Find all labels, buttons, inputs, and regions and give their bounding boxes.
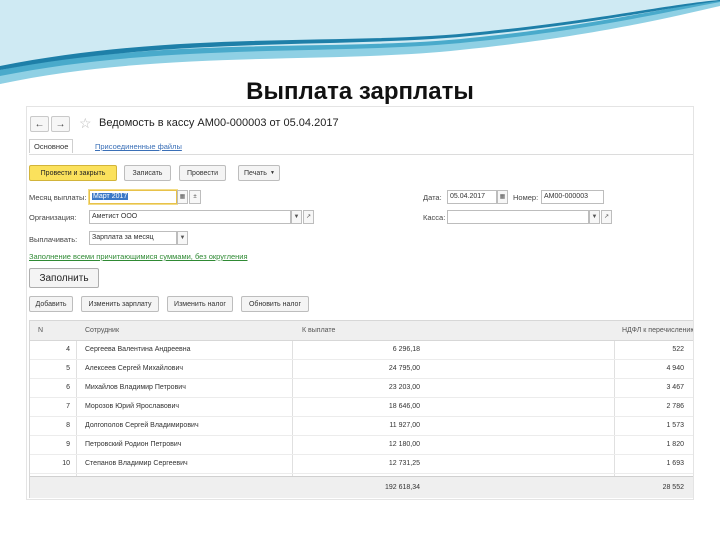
cell-employee: Морозов Юрий Ярославович (85, 403, 180, 410)
cell-tax: 1 573 (666, 422, 684, 429)
slide-title: Выплата зарплаты (246, 78, 474, 105)
column-header-employee[interactable]: Сотрудник (85, 321, 285, 340)
back-arrow-icon[interactable]: ← (30, 116, 49, 132)
number-label: Номер: (513, 193, 539, 202)
open-link-icon[interactable]: ↗ (303, 210, 314, 224)
dropdown-chevron-icon[interactable]: ▼ (177, 231, 188, 245)
cash-field[interactable] (447, 210, 589, 224)
open-link-icon[interactable]: ↗ (601, 210, 612, 224)
cell-employee: Михайлов Владимир Петрович (85, 384, 186, 391)
cell-n: 8 (66, 422, 70, 429)
cell-pay: 11 927,00 (389, 422, 420, 429)
pay-type-label: Выплачивать: (29, 235, 78, 244)
table-row[interactable]: 4 Сергеева Валентина Андреевна 6 296,18 522 (30, 340, 693, 360)
cell-employee: Петровский Родион Петрович (85, 441, 182, 448)
date-label: Дата: (423, 193, 442, 202)
month-label: Месяц выплаты: (29, 193, 87, 202)
table-row[interactable]: 9 Петровский Родион Петрович 12 180,00 1 82… (30, 435, 693, 455)
fill-mode-link[interactable]: Заполнение всеми причитающимися суммами,… (29, 252, 248, 261)
cell-tax: 3 467 (666, 384, 684, 391)
payroll-table: N Сотрудник К выплате НДФЛ к перечислени… (29, 320, 693, 498)
cell-n: 10 (62, 460, 70, 467)
tab-divider (29, 154, 693, 155)
document-title: Ведомость в кассу АМ00-000003 от 05.04.2… (99, 117, 339, 129)
table-row[interactable]: 6 Михайлов Владимир Петрович 23 203,00 3 46… (30, 378, 693, 398)
table-row[interactable]: 10 Степанов Владимир Сергеевич 12 731,25 1 … (30, 454, 693, 474)
table-header: N Сотрудник К выплате НДФЛ к перечислени… (30, 321, 693, 341)
table-footer: 192 618,34 28 552 (30, 476, 693, 498)
cell-tax: 1 820 (666, 441, 684, 448)
tab-attached-files[interactable]: Присоединенные файлы (95, 142, 182, 151)
cell-pay: 24 795,00 (388, 365, 420, 372)
update-tax-button[interactable]: Обновить налог (241, 296, 309, 312)
month-field[interactable]: Март 2017 (89, 190, 177, 204)
stepper-icon[interactable]: ± (189, 190, 201, 204)
total-pay: 192 618,34 (384, 484, 420, 491)
cell-tax: 1 693 (666, 460, 684, 467)
column-header-tax[interactable]: НДФЛ к перечислению (622, 321, 693, 340)
cell-n: 5 (66, 365, 70, 372)
cell-pay: 18 646,00 (388, 403, 420, 410)
cell-tax: 2 786 (666, 403, 684, 410)
cell-pay: 12 731,25 (388, 460, 420, 467)
organization-field[interactable]: Аметист ООО (89, 210, 291, 224)
cell-n: 9 (66, 441, 70, 448)
fill-button[interactable]: Заполнить (29, 268, 99, 288)
pay-type-field[interactable]: Зарплата за месяц (89, 231, 177, 245)
total-tax: 28 552 (662, 484, 684, 491)
organization-label: Организация: (29, 213, 77, 222)
cell-employee: Алексеев Сергей Михайлович (85, 365, 184, 372)
cell-employee: Степанов Владимир Сергеевич (85, 460, 188, 467)
dropdown-chevron-icon[interactable]: ▼ (589, 210, 600, 224)
post-and-close-button[interactable]: Провести и закрыть (29, 165, 117, 181)
print-label: Печать (244, 170, 267, 177)
cell-pay: 6 296,18 (392, 346, 420, 353)
calendar-icon[interactable]: ▦ (177, 190, 188, 204)
save-button[interactable]: Записать (124, 165, 171, 181)
cell-tax: 522 (672, 346, 684, 353)
document-window: ← → ☆ Ведомость в кассу АМ00-000003 от 0… (26, 106, 694, 500)
table-row[interactable]: 8 Долгополов Сергей Владимирович 11 927,00… (30, 416, 693, 436)
cash-label: Касса: (423, 213, 446, 222)
edit-salary-button[interactable]: Изменить зарплату (81, 296, 159, 312)
dropdown-chevron-icon[interactable]: ▼ (291, 210, 302, 224)
cell-n: 4 (66, 346, 70, 353)
cell-employee: Сергеева Валентина Андреевна (85, 346, 191, 353)
cell-pay: 12 180,00 (388, 441, 420, 448)
cell-n: 7 (66, 403, 70, 410)
cell-n: 6 (66, 384, 70, 391)
chevron-down-icon: ▼ (270, 170, 275, 176)
decorative-waves (0, 0, 720, 84)
column-header-n[interactable]: N (38, 321, 68, 340)
date-field[interactable]: 05.04.2017 (447, 190, 497, 204)
cell-tax: 4 940 (666, 365, 684, 372)
column-header-pay[interactable]: К выплате (302, 321, 602, 340)
add-row-button[interactable]: Добавить (29, 296, 73, 312)
edit-tax-button[interactable]: Изменить налог (167, 296, 233, 312)
table-row[interactable]: 7 Морозов Юрий Ярославович 18 646,00 2 786 (30, 397, 693, 417)
month-value: Март 2017 (92, 193, 129, 200)
forward-arrow-icon[interactable]: → (51, 116, 70, 132)
table-row[interactable]: 5 Алексеев Сергей Михайлович 24 795,00 4 94… (30, 359, 693, 379)
star-icon[interactable]: ☆ (79, 115, 92, 132)
cell-employee: Долгополов Сергей Владимирович (85, 422, 199, 429)
post-button[interactable]: Провести (179, 165, 226, 181)
number-field[interactable]: АМ00-000003 (541, 190, 604, 204)
calendar-icon[interactable]: ▦ (497, 190, 508, 204)
tab-main[interactable]: Основное (29, 139, 74, 153)
print-menu-button[interactable]: Печать ▼ (238, 165, 280, 181)
cell-pay: 23 203,00 (388, 384, 420, 391)
